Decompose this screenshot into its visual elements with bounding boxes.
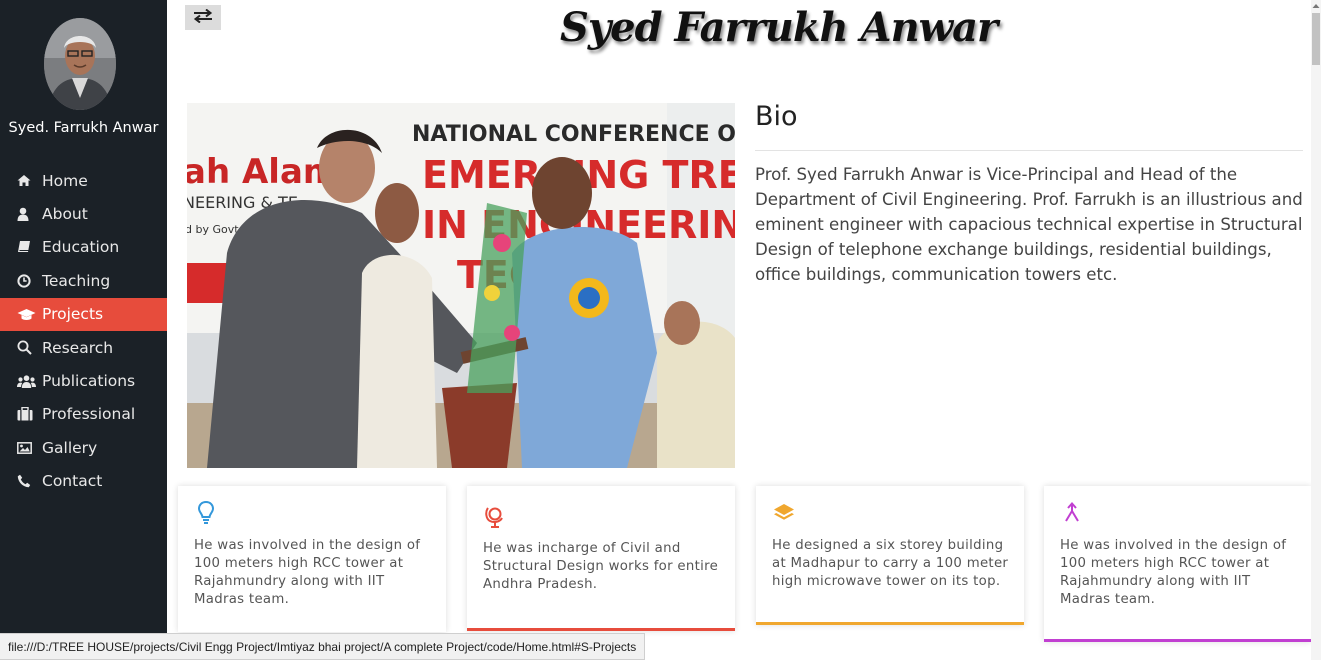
sidebar-item-teaching[interactable]: Teaching xyxy=(0,264,167,297)
banner-text: NATIONAL CONFERENCE O xyxy=(412,122,735,147)
search-icon xyxy=(17,340,37,355)
bio-title: Bio xyxy=(755,101,798,132)
sidebar-item-label: Research xyxy=(42,338,114,357)
home-icon xyxy=(17,174,37,187)
sidebar-item-professional[interactable]: Professional xyxy=(0,398,167,431)
sidebar-item-label: About xyxy=(42,205,88,224)
sidebar-item-contact[interactable]: Contact xyxy=(0,465,167,498)
sidebar-item-about[interactable]: About xyxy=(0,197,167,230)
profile-photo: NATIONAL CONFERENCE O EMERGING TRE IN EN… xyxy=(187,103,735,468)
sidebar-item-label: Publications xyxy=(42,372,136,391)
clock-icon xyxy=(17,274,37,288)
user-icon xyxy=(17,207,37,222)
lightbulb-icon xyxy=(194,499,218,527)
graduation-cap-icon xyxy=(17,308,37,321)
sidebar-item-label: Gallery xyxy=(42,438,98,457)
card-text: He was involved in the design of 100 met… xyxy=(1060,538,1287,607)
sidebar-profile-name: Syed. Farrukh Anwar xyxy=(8,120,159,136)
briefcase-icon xyxy=(17,407,37,421)
project-card: He was involved in the design of 100 met… xyxy=(1044,486,1311,642)
globe-stand-icon xyxy=(483,503,507,531)
bio-text: Prof. Syed Farrukh Anwar is Vice-Princip… xyxy=(755,165,1303,284)
sidebar-item-label: Home xyxy=(42,171,88,190)
sidebar-item-gallery[interactable]: Gallery xyxy=(0,431,167,464)
sidebar-item-home[interactable]: Home xyxy=(0,164,167,197)
book-icon xyxy=(17,240,37,254)
scrollbar-thumb[interactable] xyxy=(1312,13,1320,65)
sidebar-item-label: Contact xyxy=(42,472,103,491)
divider xyxy=(755,150,1303,151)
sidebar-item-label: Projects xyxy=(42,305,104,324)
project-card: He designed a six storey building at Mad… xyxy=(756,486,1024,625)
banner-text: ah Alam xyxy=(187,152,338,192)
sidebar-item-research[interactable]: Research xyxy=(0,331,167,364)
avatar xyxy=(44,18,116,110)
layers-icon xyxy=(772,499,796,527)
sidebar-item-label: Teaching xyxy=(42,271,111,290)
users-icon xyxy=(17,374,37,388)
scroll-up-arrow-icon[interactable] xyxy=(1312,2,1320,10)
swap-arrows-icon xyxy=(193,8,213,26)
sidebar-nav: Home About Education Teaching Projects R… xyxy=(0,164,167,498)
sidebar-item-publications[interactable]: Publications xyxy=(0,364,167,397)
phone-icon xyxy=(17,474,37,488)
card-text: He was involved in the design of 100 met… xyxy=(194,538,421,607)
status-bar-url: file:///D:/TREE HOUSE/projects/Civil Eng… xyxy=(0,633,646,660)
project-card: He was incharge of Civil and Structural … xyxy=(467,486,735,631)
sidebar-item-label: Education xyxy=(42,238,120,257)
sidebar-item-education[interactable]: Education xyxy=(0,231,167,264)
signature-title: Syed Farrukh Anwar xyxy=(560,4,998,51)
sidebar-item-label: Professional xyxy=(42,405,136,424)
image-icon xyxy=(17,441,37,454)
card-text: He designed a six storey building at Mad… xyxy=(772,538,1009,589)
sidebar-toggle-button[interactable] xyxy=(185,5,221,30)
card-text: He was incharge of Civil and Structural … xyxy=(483,541,719,592)
project-card: He was involved in the design of 100 met… xyxy=(178,486,446,632)
merge-arrow-icon xyxy=(1060,499,1084,527)
sidebar-item-projects[interactable]: Projects xyxy=(0,297,167,331)
vertical-scrollbar[interactable] xyxy=(1311,0,1321,660)
sidebar: Syed. Farrukh Anwar Home About Education… xyxy=(0,0,167,660)
